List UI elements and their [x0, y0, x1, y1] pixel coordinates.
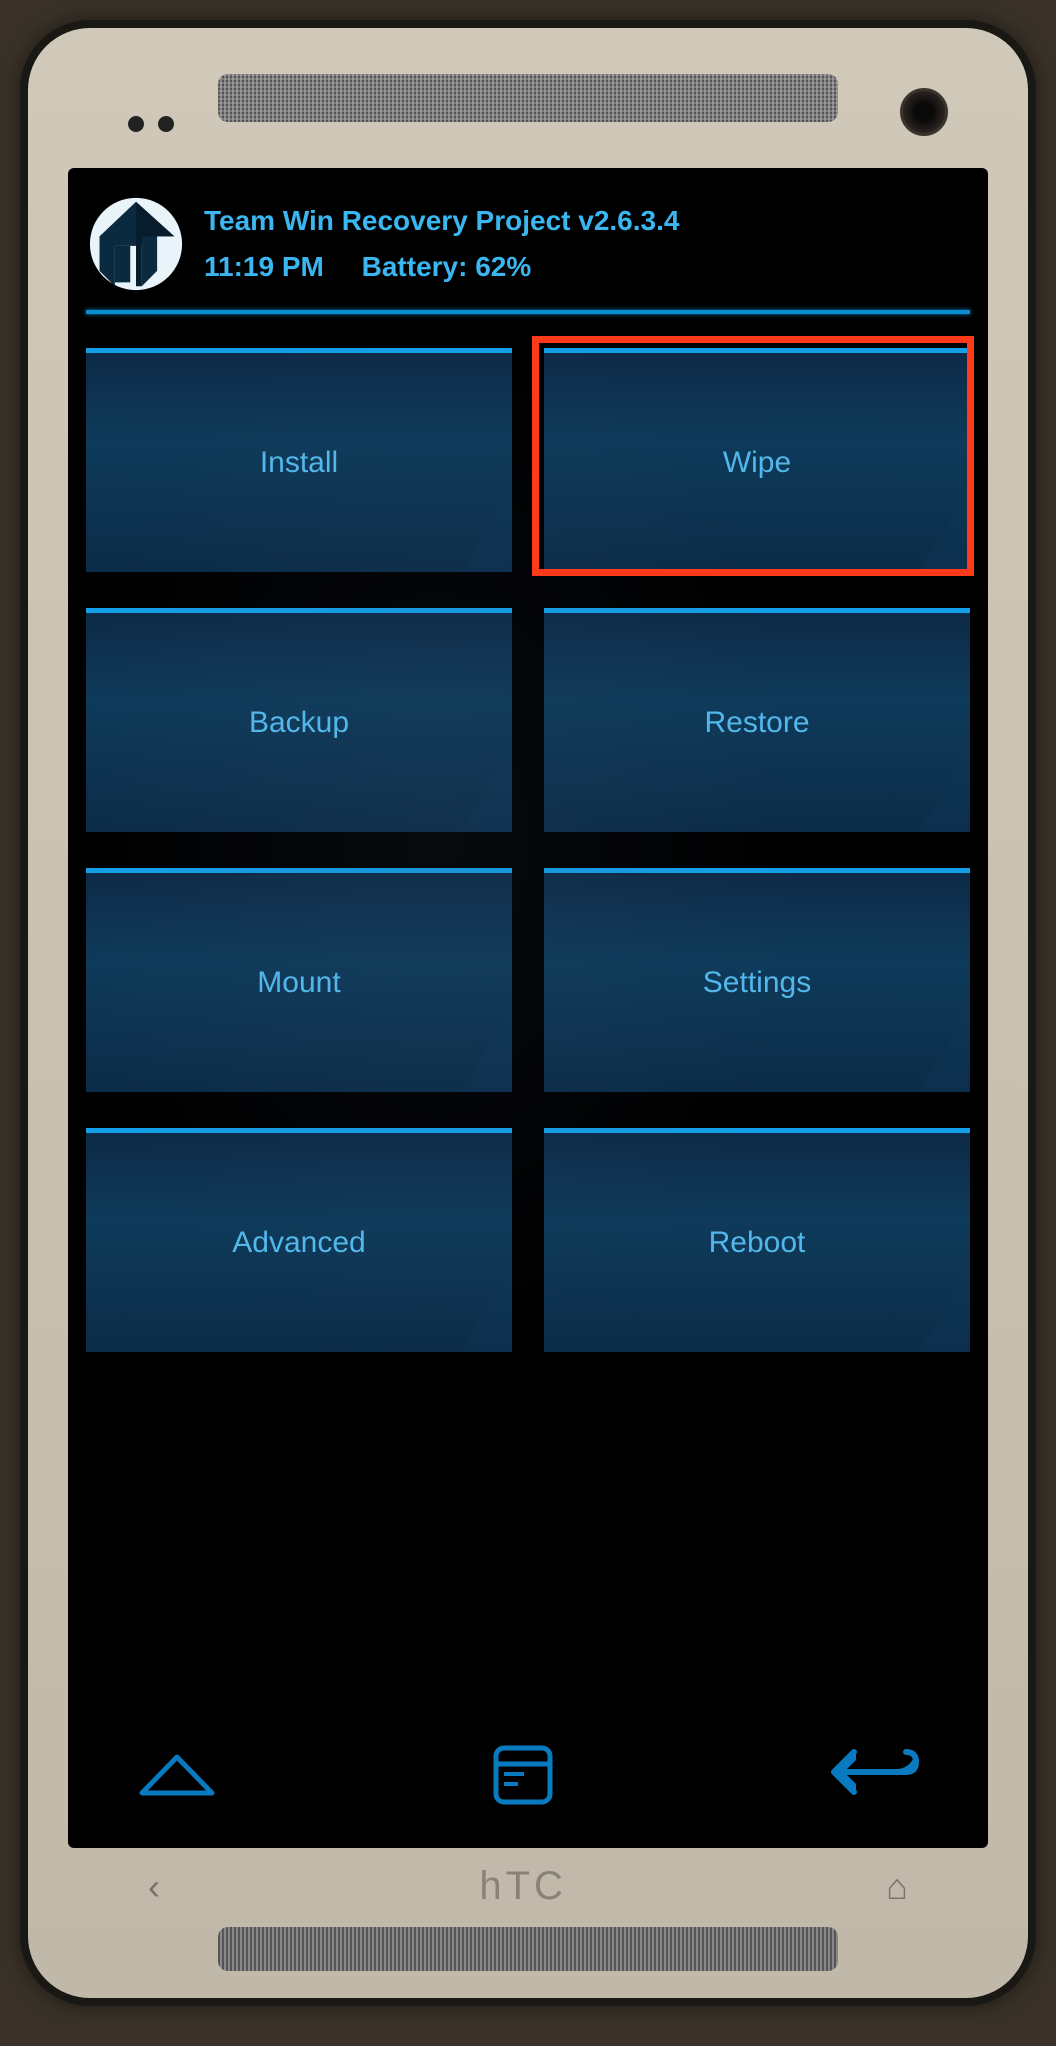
hw-back-icon[interactable]: ‹ — [148, 1866, 160, 1908]
console-icon[interactable] — [490, 1742, 556, 1808]
wipe-button[interactable]: Wipe — [544, 348, 970, 572]
twrp-logo-icon — [88, 196, 184, 292]
restore-label: Restore — [704, 706, 809, 740]
settings-button[interactable]: Settings — [544, 868, 970, 1092]
speaker-grille-top — [218, 74, 838, 122]
front-camera — [900, 88, 948, 136]
main-menu-grid: Install Wipe Backup Restore Mount Settin… — [82, 348, 974, 1352]
status-line: 11:19 PM Battery: 62% — [204, 251, 968, 283]
wipe-label: Wipe — [723, 446, 791, 480]
twrp-header: Team Win Recovery Project v2.6.3.4 11:19… — [82, 186, 974, 310]
install-label: Install — [260, 446, 338, 480]
app-title: Team Win Recovery Project v2.6.3.4 — [204, 205, 968, 237]
home-icon[interactable] — [132, 1743, 222, 1807]
hw-home-icon[interactable]: ⌂ — [886, 1866, 908, 1908]
backup-button[interactable]: Backup — [86, 608, 512, 832]
mount-button[interactable]: Mount — [86, 868, 512, 1092]
restore-button[interactable]: Restore — [544, 608, 970, 832]
screen: Team Win Recovery Project v2.6.3.4 11:19… — [68, 168, 988, 1848]
twrp-nav-bar — [82, 1720, 974, 1830]
speaker-grille-bottom — [218, 1927, 838, 1971]
brand-logo: hTC — [479, 1864, 567, 1909]
advanced-button[interactable]: Advanced — [86, 1128, 512, 1352]
install-button[interactable]: Install — [86, 348, 512, 572]
back-icon[interactable] — [824, 1740, 924, 1810]
phone-frame: Team Win Recovery Project v2.6.3.4 11:19… — [20, 20, 1036, 2006]
reboot-button[interactable]: Reboot — [544, 1128, 970, 1352]
mount-label: Mount — [257, 966, 340, 1000]
header-divider — [86, 310, 970, 314]
sensor-dots — [128, 116, 174, 132]
settings-label: Settings — [703, 966, 811, 1000]
reboot-label: Reboot — [709, 1226, 806, 1260]
advanced-label: Advanced — [232, 1226, 365, 1260]
backup-label: Backup — [249, 706, 349, 740]
phone-chin: ‹ hTC ⌂ — [28, 1848, 1028, 2006]
battery-text: Battery: 62% — [362, 251, 532, 282]
phone-top-bezel — [28, 28, 1028, 168]
time-text: 11:19 PM — [204, 251, 324, 282]
